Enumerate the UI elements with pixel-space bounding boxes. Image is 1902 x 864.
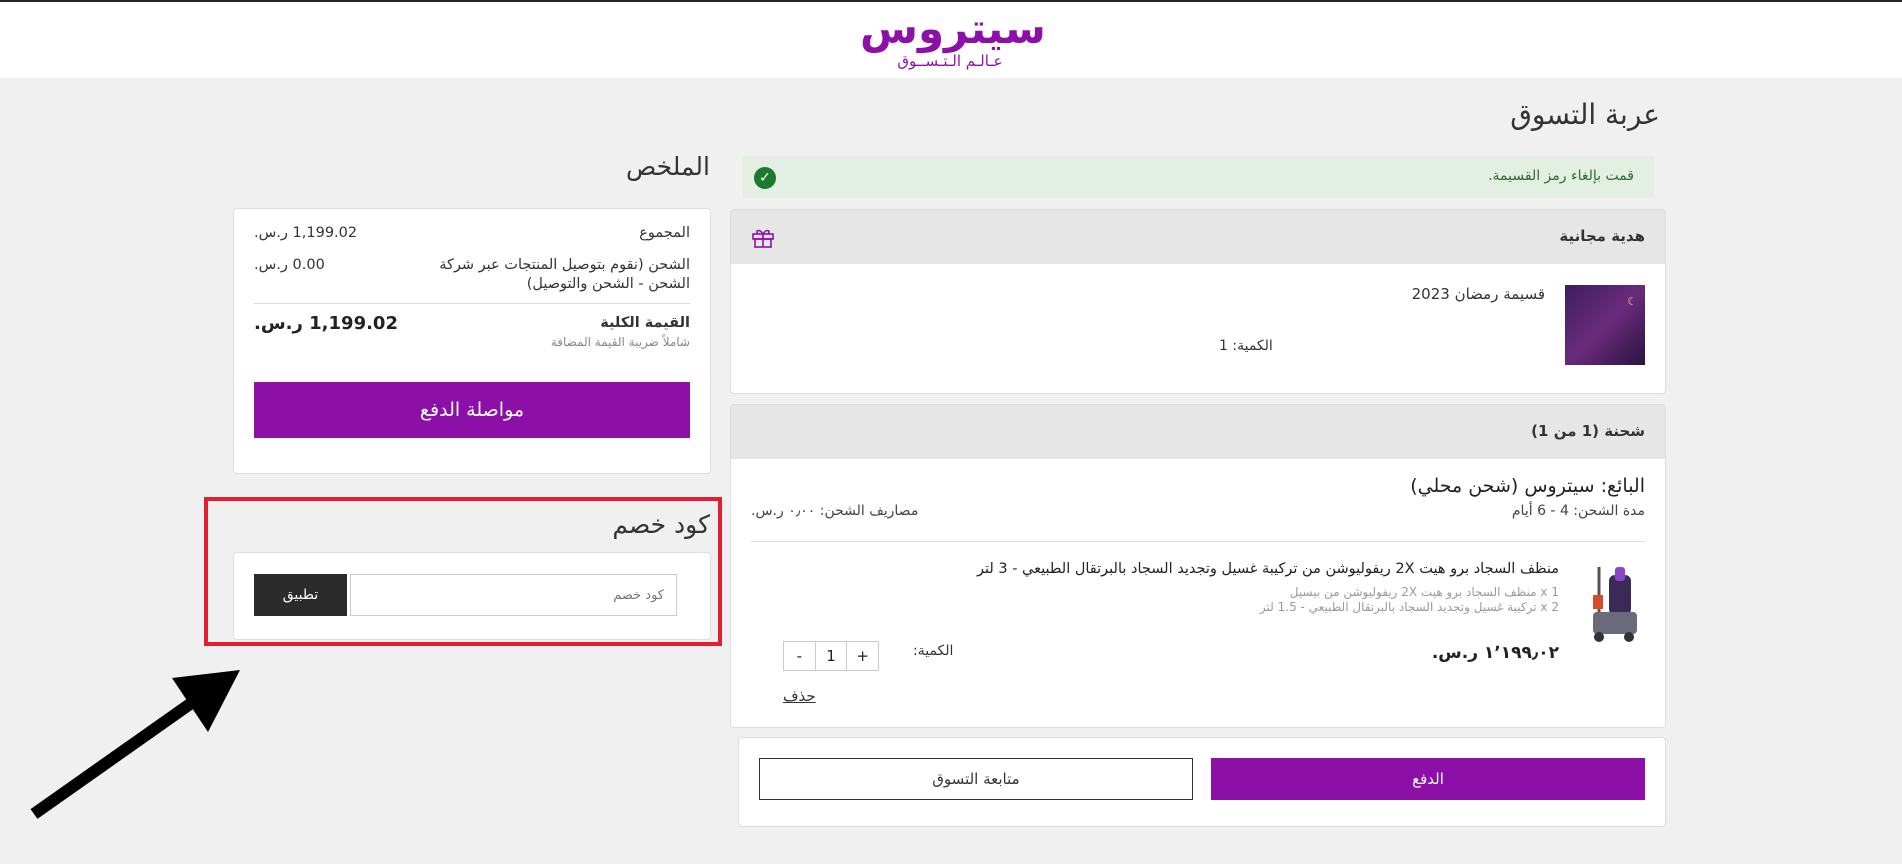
site-logo[interactable]: سيتروس عـالـم الـتـســوق bbox=[860, 4, 1046, 76]
quantity-stepper: - 1 + bbox=[783, 641, 879, 671]
gift-quantity: الكمية: 1 bbox=[1219, 338, 1273, 354]
subtotal-label: المجموع bbox=[639, 225, 690, 241]
pay-button[interactable]: الدفع bbox=[1211, 758, 1645, 800]
total-label: القيمة الكلية bbox=[600, 315, 690, 331]
product-component-1: 1 x منظف السجاد برو هيت 2X ريفوليوشن من … bbox=[1289, 585, 1559, 599]
gift-icon bbox=[752, 229, 774, 248]
alert-message: قمت بإلغاء رمز القسيمة. bbox=[1488, 168, 1634, 184]
subtotal-value: 1,199.02 ر.س. bbox=[254, 225, 358, 241]
shipping-value: 0.00 ر.س. bbox=[254, 257, 325, 273]
divider bbox=[254, 303, 690, 304]
product-image[interactable] bbox=[1579, 557, 1645, 647]
checkout-button[interactable]: مواصلة الدفع bbox=[254, 382, 690, 438]
shipping-cost: مصاريف الشحن: ٠٫٠٠ ر.س. bbox=[751, 503, 919, 519]
site-header: سيتروس عـالـم الـتـســوق bbox=[0, 2, 1902, 78]
logo-text: سيتروس bbox=[860, 4, 1046, 53]
product-component-2: 2 x تركيبة غسيل وتجديد السجاد بالبرتقال … bbox=[1259, 600, 1559, 614]
success-alert: قمت بإلغاء رمز القسيمة. ✓ bbox=[742, 156, 1654, 198]
shipping-duration: مدة الشحن: 4 - 6 أيام bbox=[1511, 503, 1645, 519]
divider bbox=[751, 541, 1645, 542]
quantity-label: الكمية: bbox=[913, 643, 954, 659]
shipment-panel: شحنة (1 من 1) البائع: سيتروس (شحن محلي) … bbox=[730, 404, 1666, 728]
increment-button[interactable]: + bbox=[847, 642, 878, 670]
vat-note: شاملاً ضريبة القيمة المضافة bbox=[550, 335, 690, 349]
total-value: 1,199.02 ر.س. bbox=[254, 313, 398, 334]
summary-panel: المجموع 1,199.02 ر.س. الشحن (نقوم بتوصيل… bbox=[233, 208, 711, 474]
page-title: عربة التسوق bbox=[1510, 98, 1660, 131]
cart-actions-panel: الدفع متابعة التسوق bbox=[738, 737, 1666, 827]
logo-tagline: عـالـم الـتـســوق bbox=[897, 52, 1003, 70]
annotation-arrow-icon bbox=[30, 670, 240, 819]
shipping-label-line2: الشحن - الشحن والتوصيل) bbox=[526, 276, 690, 292]
check-circle-icon: ✓ bbox=[754, 167, 776, 189]
quantity-value[interactable]: 1 bbox=[814, 642, 848, 670]
gift-panel-title: هدية مجانية bbox=[1559, 227, 1645, 245]
decrement-button[interactable]: - bbox=[784, 642, 815, 670]
highlight-box bbox=[204, 497, 722, 646]
continue-shopping-button[interactable]: متابعة التسوق bbox=[759, 758, 1193, 800]
delete-item-link[interactable]: حذف bbox=[783, 687, 816, 705]
free-gift-panel: هدية مجانية ☾ قسيمة رمضان 2023 الكمية: 1 bbox=[730, 209, 1666, 394]
summary-title: الملخص bbox=[625, 152, 710, 181]
product-price: ١٬١٩٩٫٠٢ ر.س. bbox=[1431, 643, 1559, 663]
seller-name: البائع: سيتروس (شحن محلي) bbox=[1410, 475, 1645, 497]
gift-panel-header: هدية مجانية bbox=[731, 210, 1665, 264]
shipment-title: شحنة (1 من 1) bbox=[1531, 422, 1645, 440]
gift-name: قسيمة رمضان 2023 bbox=[1411, 285, 1545, 303]
shipping-label-line1: الشحن (نقوم بتوصيل المنتجات عبر شركة bbox=[439, 257, 690, 273]
product-title[interactable]: منظف السجاد برو هيت 2X ريفوليوشن من تركي… bbox=[977, 561, 1559, 577]
gift-image[interactable]: ☾ bbox=[1565, 285, 1645, 365]
shipment-panel-header: شحنة (1 من 1) bbox=[731, 405, 1665, 459]
